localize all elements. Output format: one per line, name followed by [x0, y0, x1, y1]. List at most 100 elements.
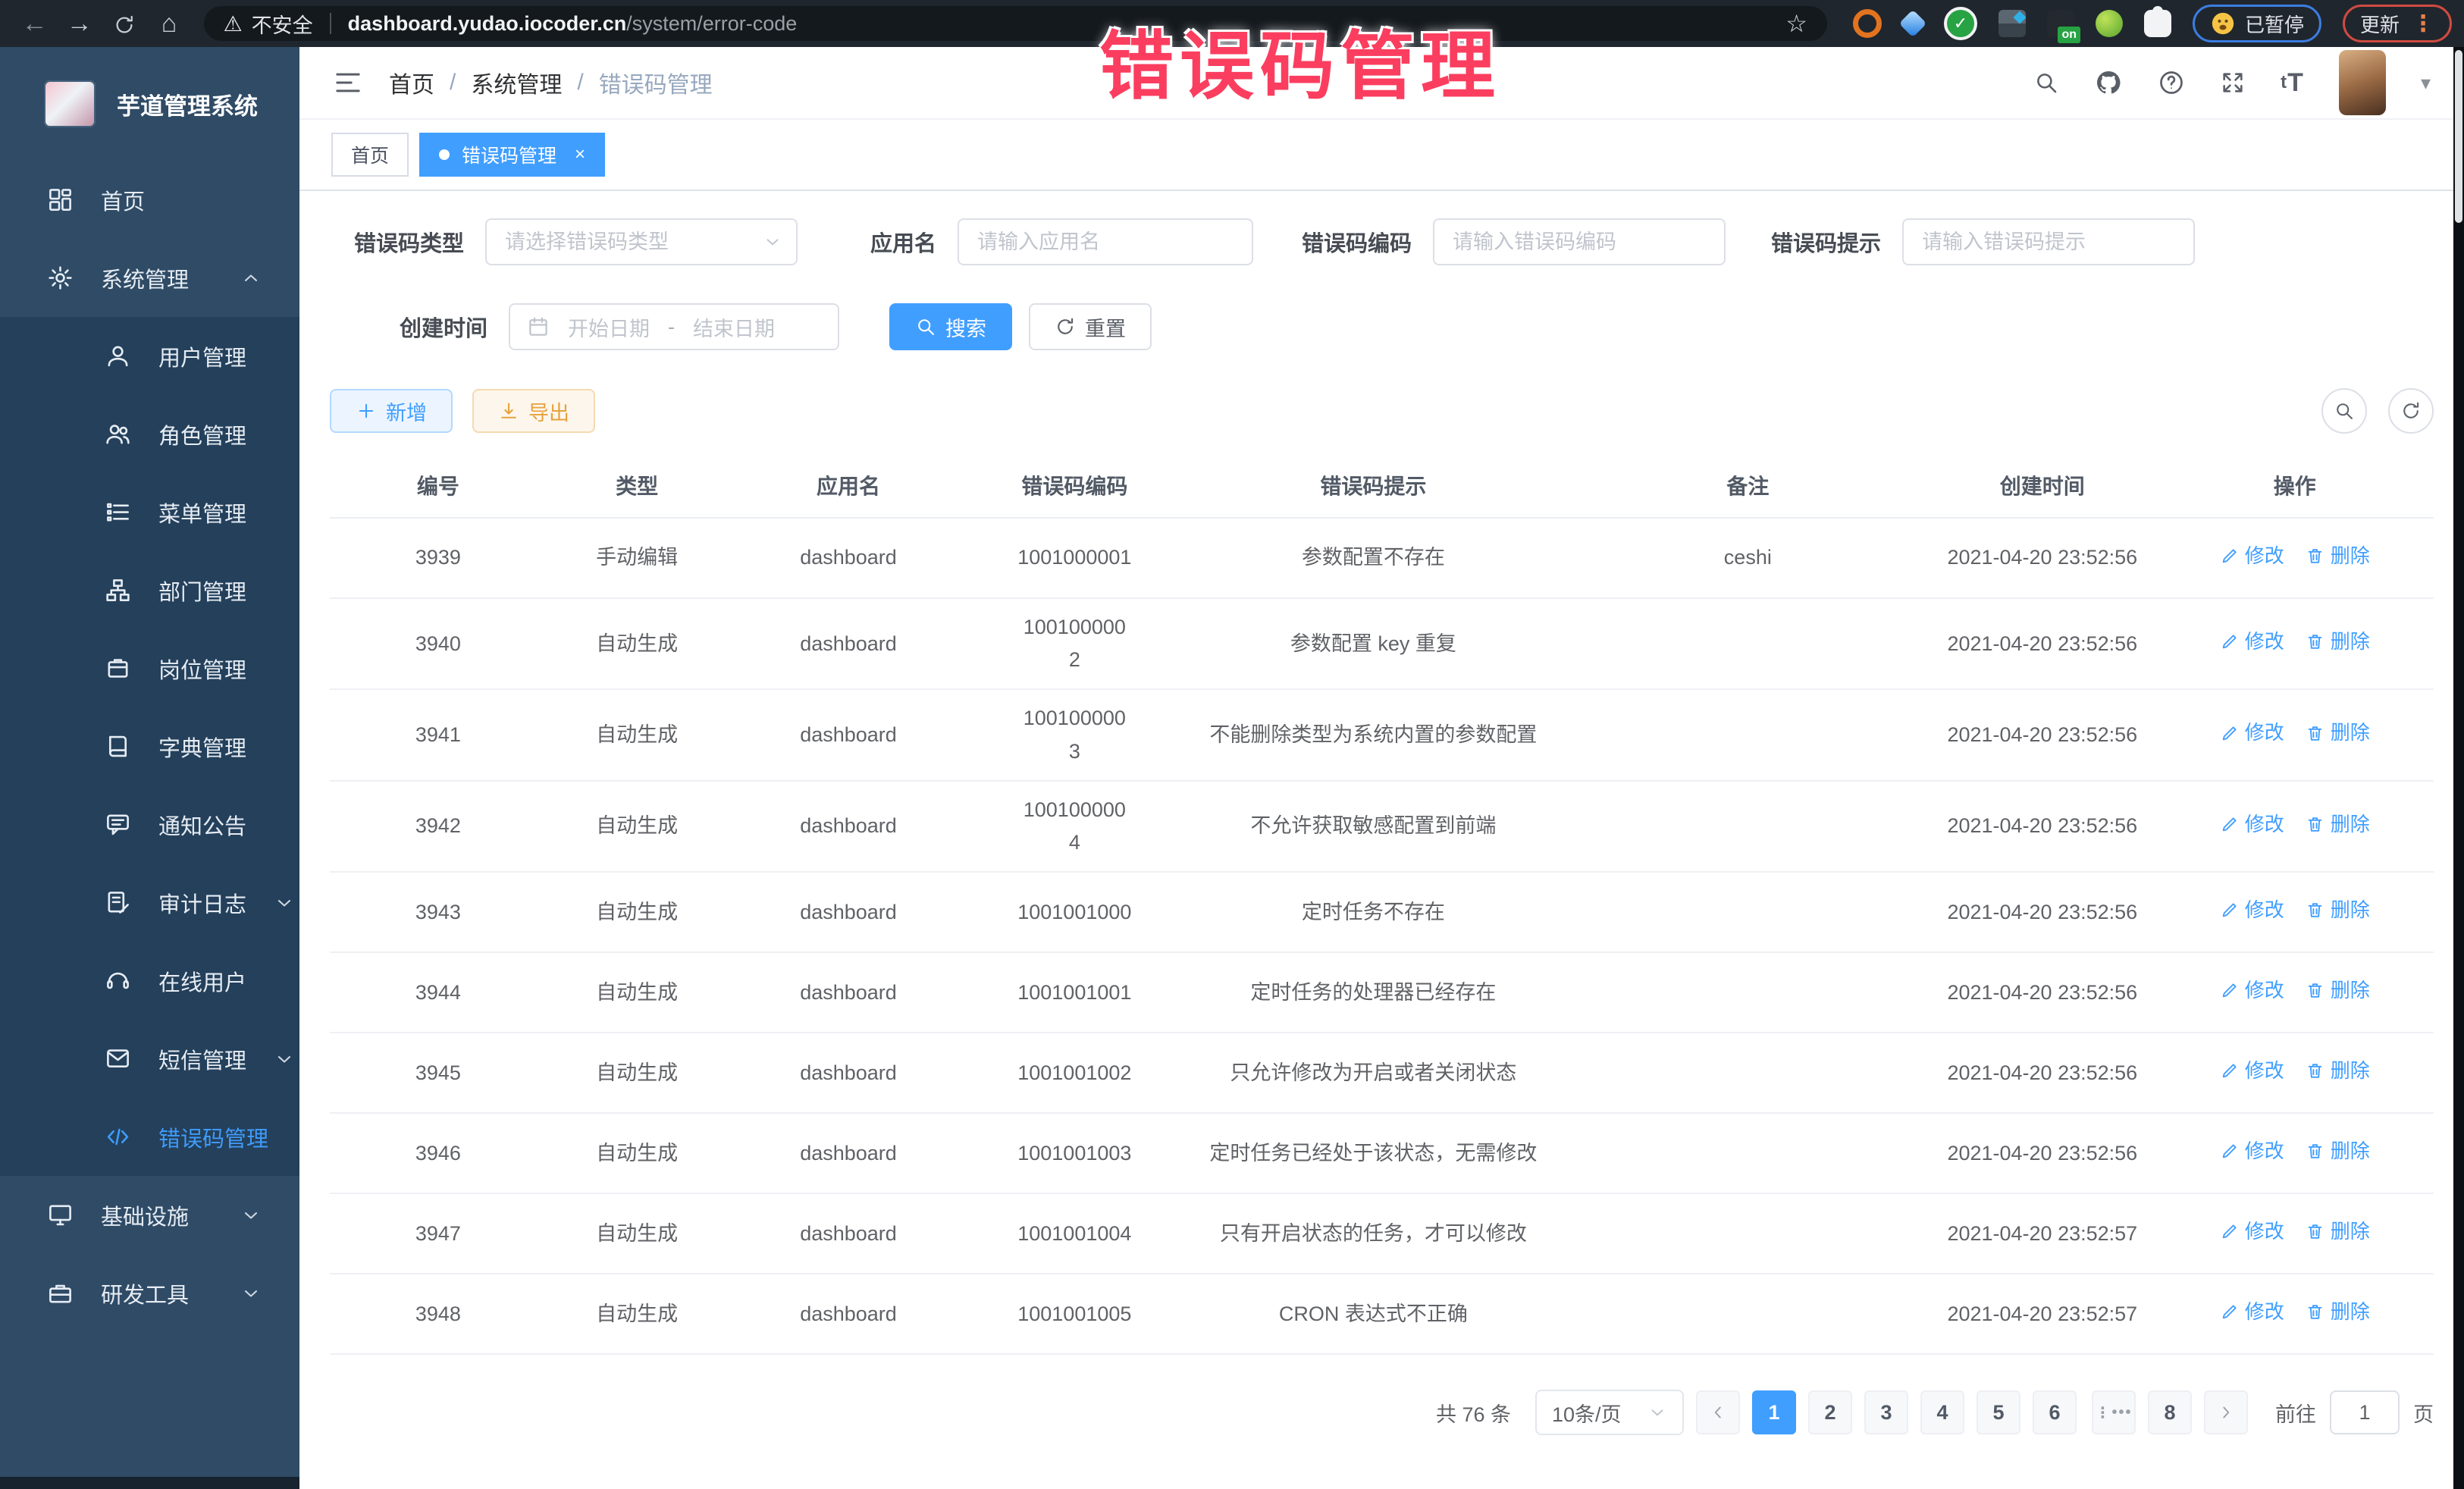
- show-search-toggle-button[interactable]: [2321, 388, 2367, 434]
- error-code-input[interactable]: [1433, 218, 1726, 265]
- avatar-caret-down-icon[interactable]: [2421, 71, 2431, 95]
- extension-check-icon[interactable]: ✓: [1944, 7, 1977, 40]
- sidebar-item-online[interactable]: 在线用户: [0, 942, 299, 1020]
- tab-home[interactable]: 首页: [331, 133, 409, 177]
- edit-link[interactable]: 修改: [2220, 1216, 2284, 1248]
- edit-link[interactable]: 修改: [2220, 1055, 2284, 1087]
- browser-forward-icon[interactable]: [57, 9, 102, 39]
- avatar[interactable]: [2339, 50, 2386, 115]
- sidebar-item-log[interactable]: 审计日志: [0, 864, 299, 942]
- sidebar-item-user[interactable]: 用户管理: [0, 317, 299, 395]
- delete-link[interactable]: 删除: [2306, 1136, 2370, 1168]
- edit-link[interactable]: 修改: [2220, 895, 2284, 926]
- font-size-icon[interactable]: tT: [2281, 68, 2304, 98]
- sidebar-item-org-tree[interactable]: 部门管理: [0, 551, 299, 629]
- add-button[interactable]: 新增: [330, 389, 453, 433]
- sidebar-item-dashboard[interactable]: 首页: [0, 161, 299, 239]
- delete-link[interactable]: 删除: [2306, 1055, 2370, 1087]
- page-button-2[interactable]: 2: [1808, 1390, 1852, 1434]
- page-button-8[interactable]: 8: [2148, 1390, 2192, 1434]
- edit-link[interactable]: 修改: [2220, 1296, 2284, 1328]
- extension-on-badge-icon[interactable]: [2047, 10, 2074, 37]
- page-size-select[interactable]: 10条/页: [1535, 1390, 1684, 1435]
- delete-link[interactable]: 删除: [2306, 895, 2370, 926]
- extensions-puzzle-icon[interactable]: [2144, 10, 2171, 37]
- tab-error-code[interactable]: 错误码管理: [419, 133, 605, 177]
- delete-link[interactable]: 删除: [2306, 809, 2370, 841]
- edit-link[interactable]: 修改: [2220, 541, 2284, 572]
- delete-link[interactable]: 删除: [2306, 1296, 2370, 1328]
- sidebar-item-users[interactable]: 角色管理: [0, 395, 299, 473]
- delete-link[interactable]: 删除: [2306, 975, 2370, 1007]
- table-row[interactable]: 3941自动生成dashboard100100000 3不能删除类型为系统内置的…: [330, 690, 2434, 781]
- sidebar-item-sms[interactable]: 短信管理: [0, 1020, 299, 1098]
- extension-gem-icon[interactable]: [1899, 10, 1927, 38]
- help-icon[interactable]: [2158, 69, 2185, 96]
- breadcrumb-home[interactable]: 首页: [389, 66, 434, 99]
- browser-menu-icon[interactable]: [2412, 11, 2434, 37]
- error-hint-input[interactable]: [1902, 218, 2195, 265]
- hamburger-icon[interactable]: [333, 67, 363, 98]
- sidebar-item-menu-list[interactable]: 菜单管理: [0, 473, 299, 551]
- app-name-input[interactable]: [958, 218, 1253, 265]
- browser-back-icon[interactable]: [12, 9, 57, 39]
- edit-link[interactable]: 修改: [2220, 717, 2284, 749]
- extension-paused-badge[interactable]: 已暂停: [2193, 5, 2321, 42]
- table-row[interactable]: 3948自动生成dashboard1001001005CRON 表达式不正确20…: [330, 1274, 2434, 1355]
- page-button-6[interactable]: 6: [2033, 1390, 2077, 1434]
- github-icon[interactable]: [2094, 68, 2123, 97]
- delete-link[interactable]: 删除: [2306, 717, 2370, 749]
- page-button-5[interactable]: 5: [1977, 1390, 2020, 1434]
- search-button[interactable]: 搜索: [889, 303, 1012, 350]
- delete-link[interactable]: 删除: [2306, 541, 2370, 572]
- table-row[interactable]: 3939手动编辑dashboard1001000001参数配置不存在ceshi2…: [330, 519, 2434, 599]
- page-button-3[interactable]: 3: [1864, 1390, 1908, 1434]
- browser-update-button[interactable]: 更新: [2343, 5, 2452, 42]
- refresh-table-button[interactable]: [2388, 388, 2434, 434]
- delete-link[interactable]: 删除: [2306, 626, 2370, 658]
- close-icon[interactable]: [575, 144, 585, 165]
- app-logo-row[interactable]: 芋道管理系统: [0, 47, 299, 161]
- sidebar-item-gear[interactable]: 系统管理: [0, 239, 299, 317]
- sidebar-item-tools[interactable]: 研发工具: [0, 1254, 299, 1332]
- sidebar-item-dict[interactable]: 字典管理: [0, 707, 299, 785]
- extension-ring-icon[interactable]: [1853, 9, 1882, 38]
- export-button[interactable]: 导出: [472, 389, 595, 433]
- table-row[interactable]: 3943自动生成dashboard1001001000定时任务不存在2021-0…: [330, 873, 2434, 953]
- extension-grid-icon[interactable]: [1998, 10, 2026, 37]
- next-page-button[interactable]: [2204, 1390, 2248, 1434]
- browser-reload-icon[interactable]: [102, 9, 146, 39]
- extension-leaf-icon[interactable]: [2096, 10, 2123, 37]
- sidebar-item-code[interactable]: 错误码管理: [0, 1098, 299, 1176]
- scrollbar-thumb[interactable]: [2455, 50, 2462, 223]
- goto-page-input[interactable]: [2330, 1390, 2400, 1434]
- page-ellipsis[interactable]: •••: [2092, 1390, 2136, 1434]
- breadcrumb-system[interactable]: 系统管理: [471, 66, 562, 99]
- fullscreen-icon[interactable]: [2220, 70, 2246, 96]
- date-range-picker[interactable]: 开始日期 - 结束日期: [509, 303, 839, 350]
- table-row[interactable]: 3942自动生成dashboard100100000 4不允许获取敏感配置到前端…: [330, 782, 2434, 873]
- table-row[interactable]: 3947自动生成dashboard1001001004只有开启状态的任务，才可以…: [330, 1194, 2434, 1274]
- table-row[interactable]: 3944自动生成dashboard1001001001定时任务的处理器已经存在2…: [330, 953, 2434, 1033]
- edit-link[interactable]: 修改: [2220, 626, 2284, 658]
- delete-link[interactable]: 删除: [2306, 1216, 2370, 1248]
- table-row[interactable]: 3940自动生成dashboard100100000 2参数配置 key 重复2…: [330, 599, 2434, 690]
- address-bar[interactable]: 不安全 dashboard.yudao.iocoder.cn/system/er…: [204, 6, 1827, 41]
- edit-link[interactable]: 修改: [2220, 809, 2284, 841]
- sidebar-item-notice[interactable]: 通知公告: [0, 785, 299, 864]
- error-type-select[interactable]: [485, 218, 798, 265]
- bookmark-star-icon[interactable]: [1785, 9, 1807, 38]
- table-row[interactable]: 3946自动生成dashboard1001001003定时任务已经处于该状态，无…: [330, 1114, 2434, 1194]
- edit-link[interactable]: 修改: [2220, 1136, 2284, 1168]
- sidebar-item-infra[interactable]: 基础设施: [0, 1176, 299, 1254]
- page-button-4[interactable]: 4: [1920, 1390, 1964, 1434]
- page-button-1[interactable]: 1: [1752, 1390, 1796, 1434]
- page-scrollbar[interactable]: [2453, 47, 2464, 1489]
- edit-link[interactable]: 修改: [2220, 975, 2284, 1007]
- reset-button[interactable]: 重置: [1029, 303, 1152, 350]
- search-icon[interactable]: [2033, 70, 2059, 96]
- sidebar-item-post[interactable]: 岗位管理: [0, 629, 299, 707]
- prev-page-button[interactable]: [1696, 1390, 1740, 1434]
- table-row[interactable]: 3945自动生成dashboard1001001002只允许修改为开启或者关闭状…: [330, 1033, 2434, 1114]
- browser-home-icon[interactable]: [146, 9, 191, 39]
